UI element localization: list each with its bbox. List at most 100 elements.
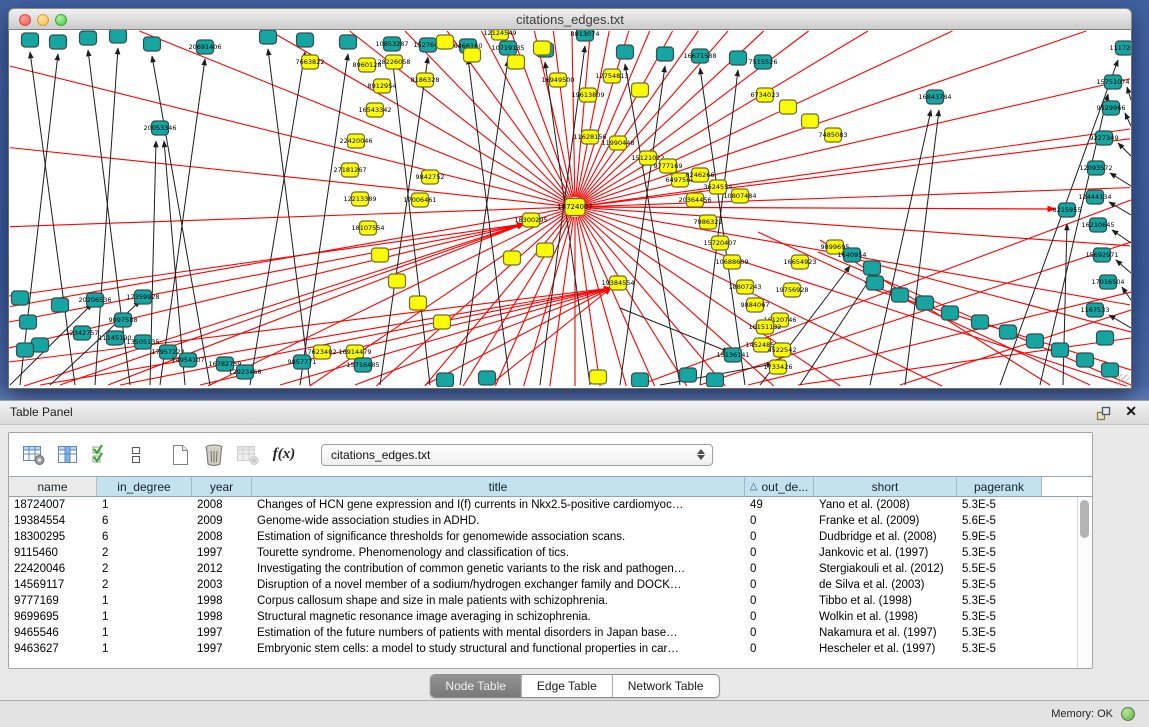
network-node[interactable]: 12213389 <box>343 192 376 206</box>
network-node[interactable]: 12444134 <box>1078 190 1111 204</box>
network-node[interactable]: 9884067 <box>741 298 770 312</box>
network-node[interactable]: 17359928 <box>126 290 159 304</box>
network-node[interactable] <box>617 45 634 59</box>
network-node[interactable]: 20691406 <box>188 40 221 54</box>
network-node[interactable] <box>917 296 934 310</box>
network-node[interactable]: 16654923 <box>783 255 816 269</box>
network-node[interactable]: 15692971 <box>1085 248 1118 262</box>
network-node[interactable]: 16671588 <box>683 49 716 63</box>
network-node[interactable]: 19384554 <box>601 276 634 290</box>
network-node[interactable]: 8186328 <box>411 73 440 87</box>
network-node[interactable] <box>110 30 127 43</box>
network-node[interactable] <box>1077 353 1094 367</box>
network-node[interactable]: 9097588 <box>109 313 138 327</box>
network-node[interactable] <box>1102 363 1119 377</box>
network-node[interactable] <box>867 276 884 290</box>
table-row[interactable]: 1938455462009Genome-wide association stu… <box>9 513 1077 529</box>
function-builder-button[interactable]: f(x) <box>269 442 299 468</box>
network-window-titlebar[interactable]: citations_edges.txt <box>8 8 1132 30</box>
network-node[interactable]: 9529966 <box>1097 101 1126 115</box>
network-node[interactable]: 22420046 <box>339 134 372 148</box>
network-node[interactable] <box>20 315 37 329</box>
network-node[interactable] <box>972 315 989 329</box>
network-node[interactable]: 14954107 <box>171 353 204 367</box>
network-node[interactable]: 12754813 <box>595 69 628 83</box>
network-node[interactable]: 16914479 <box>338 345 371 359</box>
network-node[interactable] <box>464 48 481 62</box>
column-header-name[interactable]: name <box>9 477 97 496</box>
network-node[interactable] <box>12 291 29 305</box>
network-node[interactable]: 17016504 <box>1091 275 1124 289</box>
network-node[interactable] <box>80 31 97 45</box>
network-node[interactable]: 17006461 <box>403 193 436 207</box>
delete-column-button[interactable] <box>201 442 227 468</box>
network-node[interactable] <box>1000 325 1017 339</box>
network-node[interactable]: 12093572 <box>1079 161 1112 175</box>
window-resize-grip[interactable] <box>1117 374 1130 387</box>
network-node[interactable]: 1117204 <box>1110 41 1131 55</box>
network-node[interactable]: 16210645 <box>1081 218 1114 232</box>
network-node[interactable] <box>504 251 521 265</box>
network-node[interactable] <box>297 33 314 47</box>
table-settings-button[interactable] <box>21 442 47 468</box>
network-node[interactable]: 15751074 <box>1096 75 1129 89</box>
network-node[interactable]: 12342757 <box>65 326 98 340</box>
network-node[interactable] <box>437 373 454 387</box>
row-height-button[interactable] <box>123 442 149 468</box>
network-node[interactable]: 6734023 <box>751 88 780 102</box>
network-canvas[interactable]: 2069140610853287152760264661601071913588… <box>8 30 1132 389</box>
network-node[interactable]: 15716485 <box>346 358 379 372</box>
network-node[interactable] <box>50 35 67 49</box>
network-node[interactable]: 1640954 <box>838 248 867 262</box>
network-node[interactable] <box>590 370 607 384</box>
network-node[interactable] <box>144 37 161 51</box>
table-row[interactable]: 1872400712008Changes of HCN gene express… <box>9 497 1077 513</box>
column-header-in_degree[interactable]: in_degree <box>97 477 192 496</box>
network-node[interactable]: 12124549 <box>483 30 516 40</box>
table-scrollbar-thumb[interactable] <box>1080 500 1089 538</box>
network-node[interactable] <box>680 368 697 382</box>
network-node[interactable] <box>632 373 649 387</box>
network-node[interactable]: 10688609 <box>715 255 748 269</box>
tab-node-table[interactable]: Node Table <box>430 675 521 697</box>
network-node[interactable]: 28226058 <box>377 55 410 69</box>
network-node[interactable] <box>52 298 69 312</box>
network-node[interactable]: 9857771 <box>288 355 317 369</box>
table-row[interactable]: 969969511998Structural magnetic resonanc… <box>9 609 1077 625</box>
network-node[interactable]: 20053346 <box>143 121 176 135</box>
network-node[interactable]: 16543342 <box>358 103 391 117</box>
table-row[interactable]: 1830029562008Estimation of significance … <box>9 529 1077 545</box>
network-node[interactable]: 20206536 <box>78 293 111 307</box>
network-node[interactable]: 9842752 <box>416 170 445 184</box>
float-panel-icon[interactable] <box>1096 406 1111 421</box>
network-node[interactable] <box>632 83 649 97</box>
new-column-button[interactable] <box>167 442 193 468</box>
network-node[interactable] <box>730 51 747 65</box>
table-row[interactable]: 946362711997Embryonic stem cells: a mode… <box>9 641 1077 657</box>
column-header-short[interactable]: short <box>814 477 957 496</box>
network-node[interactable]: 10853287 <box>375 37 408 51</box>
network-node[interactable] <box>22 33 39 47</box>
network-node[interactable] <box>1027 334 1044 348</box>
network-node[interactable]: 8215955 <box>1053 203 1082 217</box>
table-selector[interactable]: citations_edges.txt <box>321 444 713 466</box>
network-node[interactable] <box>892 288 909 302</box>
network-node[interactable]: 10719135 <box>491 41 524 55</box>
network-node[interactable] <box>864 261 881 275</box>
network-node[interactable] <box>17 343 34 357</box>
network-node[interactable]: 20364456 <box>678 193 711 207</box>
network-node[interactable] <box>508 55 525 69</box>
show-columns-button[interactable] <box>55 442 81 468</box>
network-node[interactable] <box>780 100 797 114</box>
table-row[interactable]: 1456911722003Disruption of a novel membe… <box>9 577 1077 593</box>
column-header-pagerank[interactable]: pagerank <box>957 477 1042 496</box>
network-node[interactable]: 16151132 <box>748 320 781 334</box>
table-row[interactable]: 977716911998Corpus callosum shape and si… <box>9 593 1077 609</box>
network-node[interactable] <box>479 371 496 385</box>
network-node[interactable] <box>707 373 724 387</box>
network-node[interactable]: 16843784 <box>918 90 951 104</box>
table-row[interactable]: 946554611997Estimation of the future num… <box>9 625 1077 641</box>
table-scrollbar[interactable] <box>1077 497 1092 668</box>
tab-network-table[interactable]: Network Table <box>612 675 719 697</box>
network-node[interactable]: 15720407 <box>703 236 736 250</box>
